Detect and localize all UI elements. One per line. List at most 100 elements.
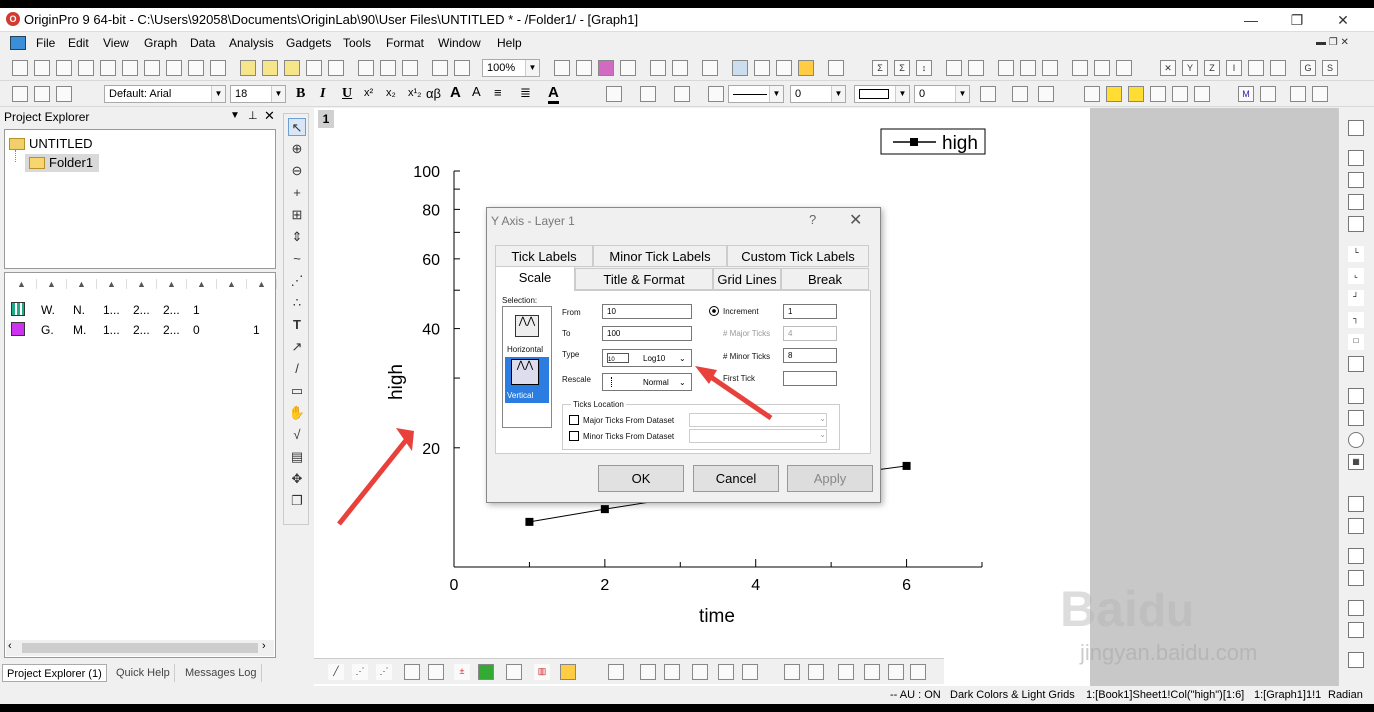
ungroup-icon[interactable] <box>1172 86 1188 102</box>
set-column-values-icon[interactable]: Σ <box>872 60 888 76</box>
help-button[interactable]: ? <box>809 212 816 227</box>
bar-chart-icon[interactable] <box>998 60 1014 76</box>
increase-font-icon[interactable]: A <box>450 84 461 101</box>
copy-page-icon[interactable] <box>576 60 592 76</box>
bold-button[interactable]: B <box>296 86 305 102</box>
align-center-icon[interactable]: ≣ <box>520 85 531 101</box>
contour-icon[interactable] <box>428 664 444 680</box>
save-project-icon[interactable] <box>306 60 322 76</box>
fill-color-icon[interactable] <box>606 86 622 102</box>
pattern-fill-icon[interactable] <box>980 86 996 102</box>
set-y-icon[interactable]: Y <box>1182 60 1198 76</box>
table-icon[interactable] <box>1038 86 1054 102</box>
menu-help[interactable]: Help <box>497 36 522 50</box>
minor-dataset-checkbox[interactable] <box>569 431 579 441</box>
column-header[interactable]: ▲ <box>67 279 97 289</box>
object-icon[interactable] <box>1084 86 1100 102</box>
decrease-font-icon[interactable]: A <box>472 84 481 99</box>
row-stats-icon[interactable] <box>968 60 984 76</box>
sup-sub-icon[interactable]: x¹₂ <box>408 87 421 99</box>
to-input[interactable]: 100 <box>602 326 692 341</box>
front-icon[interactable] <box>1194 86 1210 102</box>
type-select[interactable]: 10 Log10 ⌄ <box>602 349 692 367</box>
table-layout-icon[interactable] <box>1348 388 1364 404</box>
line-width-select[interactable]: 0 ▼ <box>790 85 846 103</box>
font-color-icon[interactable]: A <box>548 84 559 104</box>
menu-gadgets[interactable]: Gadgets <box>286 36 331 50</box>
hand-icon[interactable]: ✋ <box>288 404 306 422</box>
template-icon[interactable] <box>560 664 576 680</box>
cancel-button[interactable]: Cancel <box>693 465 779 492</box>
import-multiple-icon[interactable] <box>380 60 396 76</box>
screen-reader-icon[interactable]: + <box>288 184 306 202</box>
new-graph-icon[interactable] <box>100 60 116 76</box>
export-page-icon[interactable] <box>598 60 614 76</box>
results-log-icon[interactable] <box>732 60 748 76</box>
error-bar-icon[interactable]: ± <box>454 664 470 680</box>
set-none-icon[interactable] <box>1270 60 1286 76</box>
clock-icon[interactable] <box>1348 432 1364 448</box>
ok-button[interactable]: OK <box>598 465 684 492</box>
column-layout-icon[interactable] <box>1348 410 1364 426</box>
new-workbook-icon[interactable] <box>34 60 50 76</box>
rectangle-tool-icon[interactable]: ▭ <box>288 382 306 400</box>
column-header[interactable]: ▲ <box>217 279 247 289</box>
minor-ticks-input[interactable]: 8 <box>783 348 837 363</box>
tab-custom-tick-labels[interactable]: Custom Tick Labels <box>727 245 869 267</box>
minimize-button[interactable]: — <box>1228 10 1274 30</box>
plot-setup-icon[interactable] <box>798 60 814 76</box>
filter-icon[interactable] <box>1072 60 1088 76</box>
align-horiz-icon[interactable] <box>1312 86 1328 102</box>
menu-graph[interactable]: Graph <box>144 36 177 50</box>
column-chart-icon[interactable] <box>1020 60 1036 76</box>
new-project-icon[interactable] <box>12 60 28 76</box>
pointer-icon[interactable]: ↖ <box>288 118 306 136</box>
duplicate-icon[interactable] <box>432 60 448 76</box>
tree-root[interactable]: UNTITLED <box>29 136 93 151</box>
scroll-thumb[interactable] <box>22 643 258 653</box>
line-symbol-plot-icon[interactable]: ⋰ <box>376 664 392 680</box>
drag-tool-icon[interactable]: ✥ <box>288 470 306 488</box>
scroll-left-icon[interactable]: ‹ <box>8 640 12 652</box>
3d-wire-icon[interactable] <box>664 664 680 680</box>
refresh-icon[interactable] <box>620 60 636 76</box>
column-header[interactable]: ▲ <box>97 279 127 289</box>
tab-scale[interactable]: Scale <box>495 266 575 291</box>
tab-break[interactable]: Break <box>781 268 869 290</box>
sum-icon[interactable]: Σ <box>894 60 910 76</box>
line-style-select[interactable]: ▼ <box>728 85 784 103</box>
paste-icon[interactable] <box>56 86 72 102</box>
equation-icon[interactable]: √ <box>288 426 306 444</box>
menu-format[interactable]: Format <box>386 36 424 50</box>
stack-icon[interactable]: ❐ <box>288 492 306 510</box>
3d-surface-icon[interactable] <box>640 664 656 680</box>
first-tick-input[interactable] <box>783 371 837 386</box>
recalculate-icon[interactable] <box>454 60 470 76</box>
area-plot-icon[interactable] <box>478 664 494 680</box>
column-stats-icon[interactable] <box>946 60 962 76</box>
project-explorer-icon[interactable] <box>702 60 718 76</box>
restore-button[interactable]: ❐ <box>1274 10 1320 30</box>
origin-app-icon[interactable]: O <box>6 12 20 26</box>
apply-button[interactable]: Apply <box>787 465 873 492</box>
column-header[interactable]: ▲ <box>187 279 217 289</box>
align-vert-icon[interactable] <box>1290 86 1306 102</box>
tab-title-format[interactable]: Title & Format <box>575 268 713 290</box>
major-ticks-input[interactable]: 4 <box>783 326 837 341</box>
grid-icon[interactable]: ▦ <box>1348 454 1364 470</box>
excel-link-icon[interactable] <box>1260 86 1276 102</box>
line-color-icon[interactable] <box>674 86 690 102</box>
set-group-icon[interactable]: G <box>1300 60 1316 76</box>
data-reader-icon[interactable]: ⊞ <box>288 206 306 224</box>
code-builder-icon[interactable] <box>650 60 666 76</box>
increment-input[interactable]: 1 <box>783 304 837 319</box>
greek-button[interactable]: αβ <box>426 86 441 101</box>
new-layout-icon[interactable] <box>144 60 160 76</box>
rescale-select[interactable]: Normal ⌄ <box>602 373 692 391</box>
save-template-icon[interactable] <box>328 60 344 76</box>
script-icon[interactable] <box>210 60 226 76</box>
status-theme[interactable]: Dark Colors & Light Grids <box>950 689 1075 701</box>
superscript-icon[interactable]: x² <box>364 87 373 99</box>
font-select[interactable]: Default: Arial ▼ <box>104 85 226 103</box>
new-layer-icon[interactable] <box>1348 120 1364 136</box>
